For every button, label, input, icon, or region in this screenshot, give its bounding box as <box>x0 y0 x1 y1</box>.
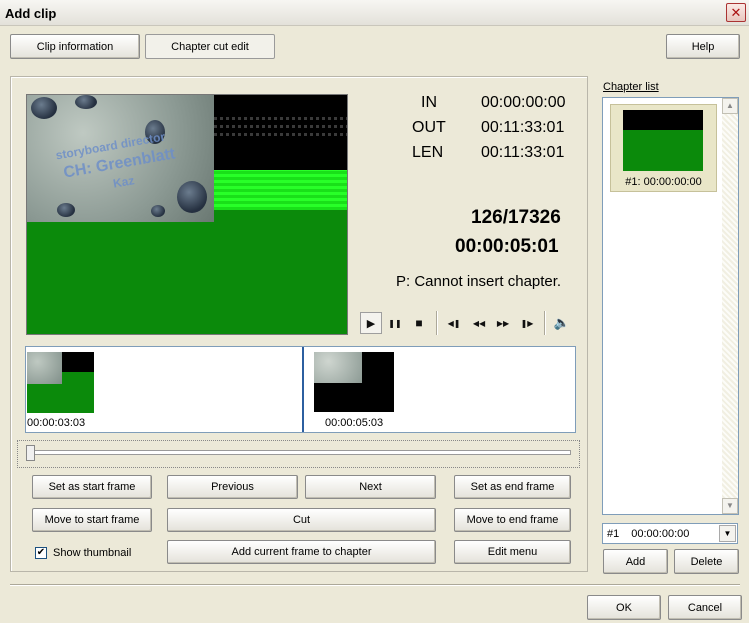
chapter-item-label: #1: 00:00:00:00 <box>625 176 702 188</box>
cut-button[interactable]: Cut <box>167 508 436 532</box>
chapter-select-time: 00:00:00:00 <box>631 527 690 540</box>
scroll-up-icon[interactable]: ▲ <box>722 98 738 114</box>
position-slider[interactable] <box>17 440 580 468</box>
thumbnail-2[interactable] <box>314 352 394 412</box>
in-label: IN <box>421 94 437 111</box>
show-thumbnail-label: Show thumbnail <box>53 547 132 559</box>
current-time: 00:00:05:01 <box>455 236 559 257</box>
title-bar: Add clip ✕ <box>0 0 749 26</box>
prev-frame-button[interactable]: ◀❚ <box>443 312 465 334</box>
next-button[interactable]: Next <box>305 475 436 499</box>
out-label: OUT <box>412 119 446 136</box>
position-cursor <box>302 347 304 432</box>
chapter-list-title: Chapter list <box>603 81 659 93</box>
frame-counter: 126/17326 <box>471 207 561 228</box>
cancel-button[interactable]: Cancel <box>668 595 742 620</box>
chapter-list[interactable]: #1: 00:00:00:00 ▲ ▼ <box>602 97 739 515</box>
stop-button[interactable]: ■ <box>408 312 430 334</box>
close-button[interactable]: ✕ <box>726 3 746 22</box>
chevron-down-icon[interactable]: ▼ <box>719 525 736 542</box>
ok-button[interactable]: OK <box>587 595 661 620</box>
volume-icon[interactable]: 🔈 <box>551 312 573 334</box>
chapter-list-scrollbar[interactable]: ▲ ▼ <box>722 98 738 514</box>
scroll-down-icon[interactable]: ▼ <box>722 498 738 514</box>
out-value: 00:11:33:01 <box>481 119 565 136</box>
thumbnail-2-time: 00:00:05:03 <box>325 417 384 429</box>
tab-chapter-cut-edit[interactable]: Chapter cut edit <box>145 34 275 59</box>
preview-image: storyboard director CH: Greenblatt Kaz <box>27 95 214 222</box>
move-end-frame-button[interactable]: Move to end frame <box>454 508 571 532</box>
previous-button[interactable]: Previous <box>167 475 298 499</box>
video-preview: storyboard director CH: Greenblatt Kaz <box>26 94 348 335</box>
chapter-item[interactable]: #1: 00:00:00:00 <box>610 104 717 192</box>
window-title: Add clip <box>5 6 57 21</box>
len-label: LEN <box>412 144 444 161</box>
set-start-frame-button[interactable]: Set as start frame <box>32 475 152 499</box>
set-end-frame-button[interactable]: Set as end frame <box>454 475 571 499</box>
add-chapter-list-button[interactable]: Add <box>603 549 668 574</box>
add-chapter-button[interactable]: Add current frame to chapter <box>167 540 436 564</box>
len-value: 00:11:33:01 <box>481 144 565 161</box>
rewind-button[interactable]: ◀◀ <box>468 312 490 334</box>
pause-button[interactable]: ❚❚ <box>384 312 406 334</box>
chapter-select-number: #1 <box>607 527 620 540</box>
thumbnail-strip[interactable]: 00:00:03:03 00:00:05:03 <box>25 346 576 433</box>
play-button[interactable]: ▶ <box>360 312 382 334</box>
chapter-select[interactable]: #1 00:00:00:00 ▼ <box>602 523 738 544</box>
thumbnail-1-time: 00:00:03:03 <box>27 417 86 429</box>
slider-handle[interactable] <box>26 445 35 461</box>
in-value: 00:00:00:00 <box>481 94 566 111</box>
delete-chapter-button[interactable]: Delete <box>674 549 739 574</box>
move-start-frame-button[interactable]: Move to start frame <box>32 508 152 532</box>
edit-menu-button[interactable]: Edit menu <box>454 540 571 564</box>
chapter-thumbnail <box>623 110 703 171</box>
fast-forward-button[interactable]: ▶▶ <box>492 312 514 334</box>
tab-clip-information[interactable]: Clip information <box>10 34 140 59</box>
next-frame-button[interactable]: ❚▶ <box>516 312 538 334</box>
show-thumbnail-checkbox[interactable]: ✔ <box>35 547 47 559</box>
overlay-text-3: Kaz <box>111 173 136 191</box>
thumbnail-1[interactable] <box>27 352 94 413</box>
help-button[interactable]: Help <box>666 34 740 59</box>
status-message: P: Cannot insert chapter. <box>396 273 562 290</box>
